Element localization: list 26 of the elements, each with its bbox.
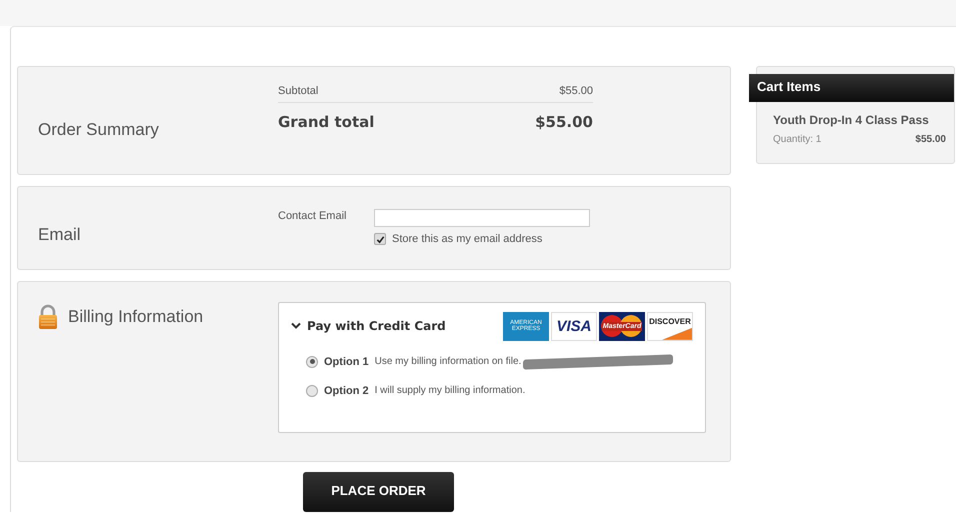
radio-button[interactable] <box>306 356 318 368</box>
email-input-field[interactable] <box>374 209 590 228</box>
item-quantity: Quantity: 1 <box>773 134 822 145</box>
card-logo: VISA <box>551 312 597 341</box>
padlock-icon <box>38 304 58 330</box>
option-text: I will supply my billing information. <box>374 385 526 396</box>
item-name: Youth Drop-In 4 Class Pass <box>773 113 930 127</box>
option-label: Option 1 <box>324 356 369 368</box>
checkbox-label: Store this as my email address <box>392 233 542 246</box>
grand-total-label: Grand total <box>278 113 374 131</box>
card-logo: DISCOVER <box>647 312 693 341</box>
payment-method-title: Pay with Credit Card <box>307 319 447 334</box>
field-label: Contact Email <box>278 209 348 222</box>
panel-title: Order Summary <box>37 119 160 141</box>
subtotal-label: Subtotal <box>278 85 318 97</box>
radio-button[interactable] <box>306 384 318 397</box>
cart-header: Cart Items <box>749 74 954 102</box>
option-label: Option 2 <box>324 384 369 397</box>
panel-title: Billing Information <box>68 306 204 327</box>
panel-title: Email <box>37 224 82 246</box>
grand-total-value: $55.00 <box>535 113 593 131</box>
checkbox[interactable] <box>374 233 386 246</box>
subtotal-value: $55.00 <box>559 85 593 97</box>
option-text: Use my billing information on file. <box>374 356 522 368</box>
place-order-button[interactable]: PLACE ORDER <box>303 472 454 512</box>
item-price: $55.00 <box>915 134 946 145</box>
